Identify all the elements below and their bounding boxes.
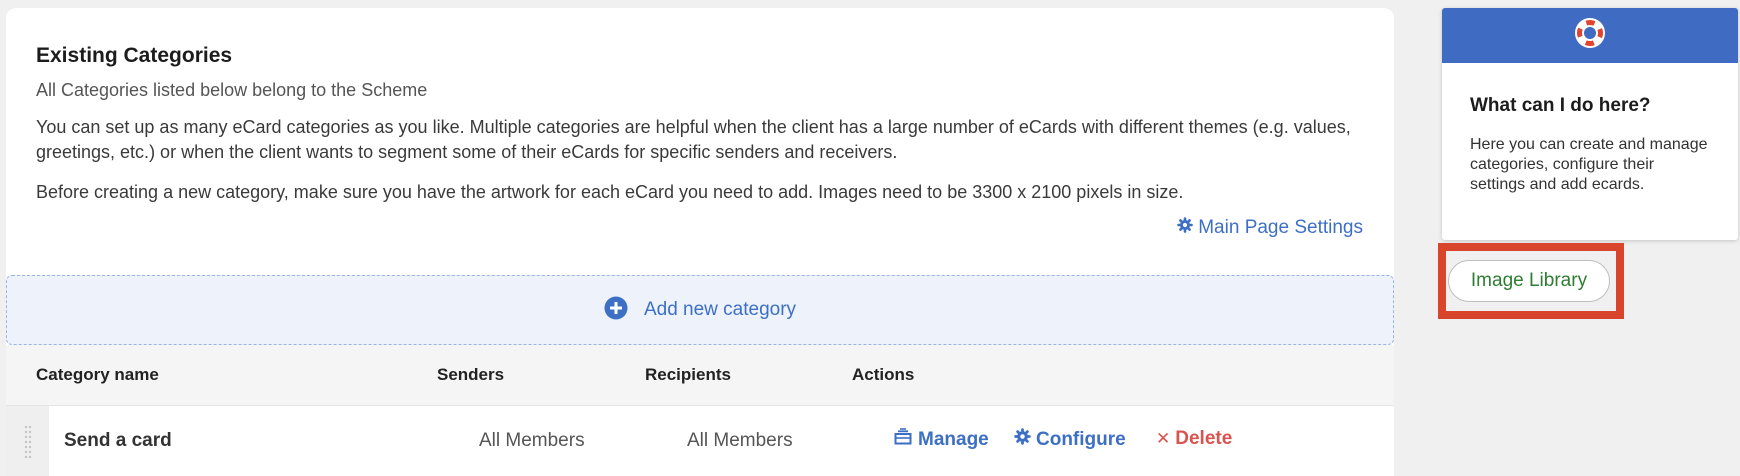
- gear-icon: [1014, 428, 1031, 451]
- lifebuoy-icon: [1573, 16, 1607, 55]
- help-header: [1442, 8, 1738, 63]
- categories-panel: Existing Categories All Categories liste…: [6, 8, 1394, 476]
- manage-label: Manage: [918, 428, 989, 450]
- column-header-recipients: Recipients: [645, 365, 731, 384]
- gear-icon: [1177, 216, 1194, 239]
- configure-button[interactable]: Configure: [1014, 428, 1126, 451]
- drag-handle-icon[interactable]: [6, 406, 49, 476]
- configure-label: Configure: [1036, 428, 1126, 450]
- delete-label: Delete: [1175, 428, 1233, 449]
- plus-circle-icon: [604, 296, 628, 325]
- intro-paragraph: You can set up as many eCard categories …: [36, 116, 1351, 162]
- page-subtitle: All Categories listed below belong to th…: [36, 80, 428, 100]
- table-header: Category name Senders Recipients Actions: [6, 345, 1394, 406]
- close-icon: ✕: [1156, 429, 1171, 448]
- settings-link-label: Main Page Settings: [1198, 216, 1363, 238]
- add-new-category-button[interactable]: Add new category: [6, 275, 1394, 345]
- help-title: What can I do here?: [1470, 95, 1651, 116]
- cards-icon: [894, 428, 913, 451]
- column-header-actions: Actions: [852, 365, 915, 384]
- senders-cell: All Members: [479, 430, 585, 451]
- intro-section: Existing Categories All Categories liste…: [6, 8, 1394, 239]
- image-library-button[interactable]: Image Library: [1448, 260, 1610, 302]
- column-header-senders: Senders: [437, 365, 505, 384]
- page-title: Existing Categories: [36, 44, 233, 67]
- settings-row: Main Page Settings: [36, 217, 1364, 239]
- main-page-settings-link[interactable]: Main Page Settings: [1177, 217, 1363, 239]
- help-text: Here you can create and manage categorie…: [1470, 136, 1708, 193]
- artwork-note: Before creating a new category, make sur…: [36, 181, 1184, 202]
- manage-button[interactable]: Manage: [894, 428, 989, 451]
- recipients-cell: All Members: [687, 430, 793, 451]
- category-name-cell: Send a card: [64, 430, 172, 451]
- help-panel: What can I do here? Here you can create …: [1442, 8, 1738, 240]
- add-category-label: Add new category: [643, 299, 797, 320]
- table-row: Send a card All Members All Members Mana…: [6, 406, 1394, 476]
- help-body: What can I do here? Here you can create …: [1442, 63, 1738, 195]
- column-header-category-name: Category name: [36, 365, 159, 384]
- delete-button[interactable]: ✕ Delete: [1156, 428, 1232, 450]
